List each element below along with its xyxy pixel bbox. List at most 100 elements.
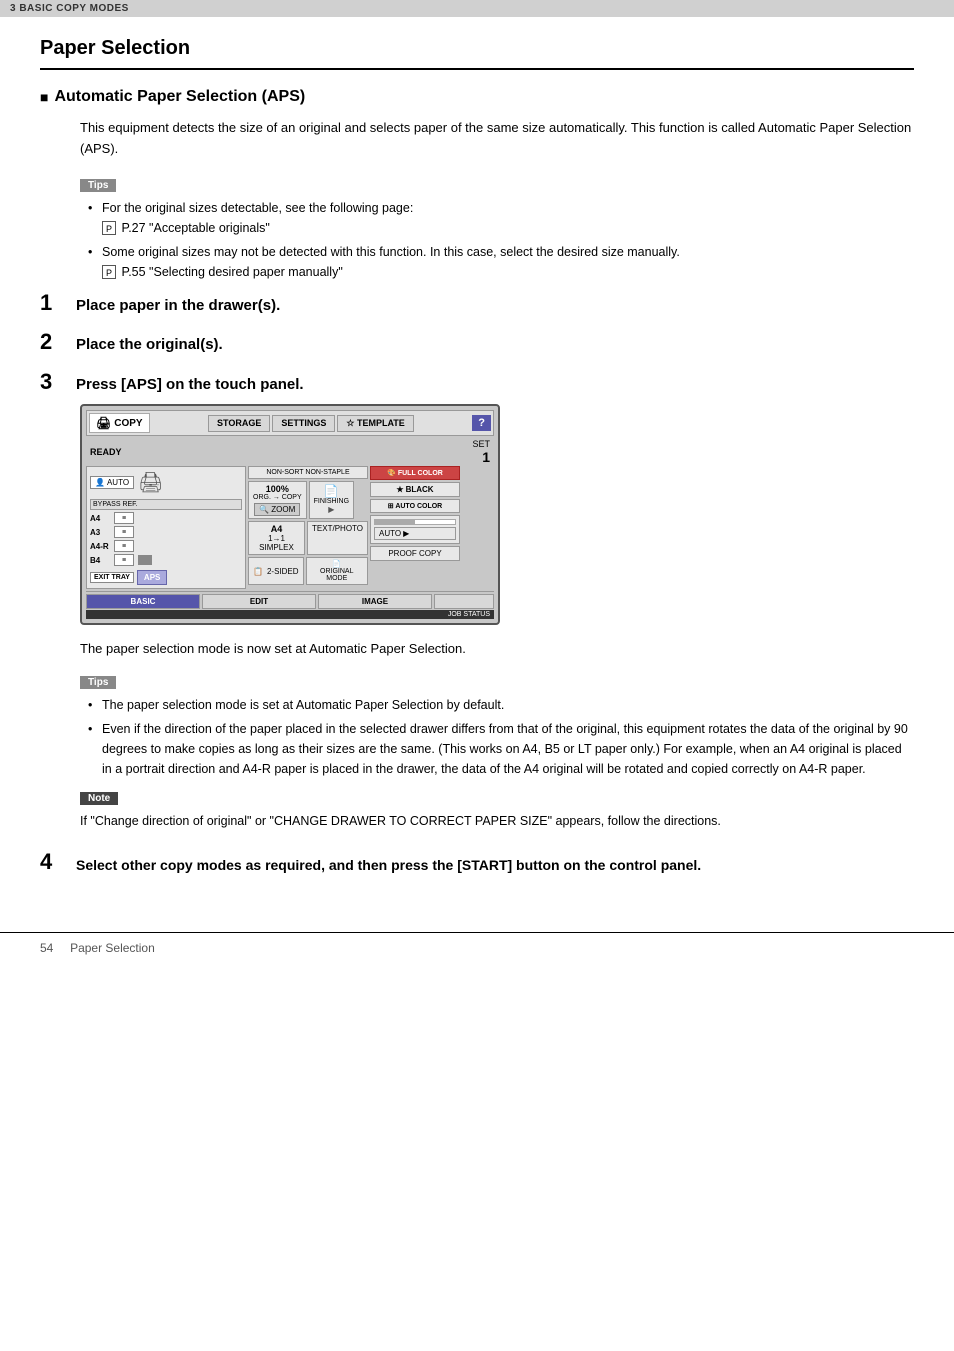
tips-box-1: Tips For the original sizes detectable, … xyxy=(80,176,914,282)
tp-slider-track xyxy=(374,519,456,525)
step-2-number: 2 xyxy=(40,331,76,353)
tp-2sided-icon: 📋 xyxy=(253,567,263,576)
top-bar-label: 3 BASIC COPY MODES xyxy=(10,3,129,14)
tp-middle-panel: NON-SORT NON-STAPLE 100% ORG. → COPY 🔍 Z… xyxy=(248,466,368,589)
ref-icon-2: P xyxy=(102,265,116,279)
tips-list-2: The paper selection mode is set at Autom… xyxy=(80,695,914,779)
tp-job-status-bar[interactable]: JOB STATUS xyxy=(86,610,494,619)
step-1: 1 Place paper in the drawer(s). xyxy=(40,292,914,316)
tp-zoom-btn[interactable]: 🔍 ZOOM xyxy=(254,503,300,516)
tp-auto-color-btn[interactable]: ⊞ AUTO COLOR xyxy=(370,499,460,513)
tp-b4-indicator xyxy=(138,555,152,565)
tp-edit-tab[interactable]: EDIT xyxy=(202,594,316,609)
tp-drawer-a4r: A4-R ≡ xyxy=(90,540,242,552)
tp-proof-copy-btn[interactable]: PROOF COPY xyxy=(370,546,460,561)
tp-finishing-icon: 📄 xyxy=(324,484,339,498)
tp-drawer-rows: A4 ≡ A3 ≡ A4-R ≡ xyxy=(90,512,242,566)
step-1-number: 1 xyxy=(40,292,76,314)
top-bar: 3 BASIC COPY MODES xyxy=(0,0,954,17)
tp-aps-btn[interactable]: APS xyxy=(137,570,167,585)
tp-color-icon: 🎨 xyxy=(387,470,396,477)
tp-left-panel: 👤 AUTO 🖨 BYPASS REF. A4 ≡ xyxy=(86,466,246,589)
tips-box-2: Tips The paper selection mode is set at … xyxy=(80,673,914,779)
tp-drawer-a3: A3 ≡ xyxy=(90,526,242,538)
tp-basic-tab[interactable]: BASIC xyxy=(86,594,200,609)
tp-slider-area: AUTO ▶ xyxy=(370,515,460,544)
tp-2sided-area: 📋 2-SIDED xyxy=(248,557,304,585)
touch-panel: 🖨 COPY STORAGE SETTINGS ☆ TEMPLATE ? REA… xyxy=(80,404,500,625)
tp-image-tab[interactable]: IMAGE xyxy=(318,594,432,609)
step-2-text: Place the original(s). xyxy=(76,331,223,355)
tp-drawer-a4: A4 ≡ xyxy=(90,512,242,524)
tp-copy-label: COPY xyxy=(114,418,142,429)
tp-drawer-icon-a4: ≡ xyxy=(114,512,134,524)
footer-page-num: 54 xyxy=(40,941,53,955)
tp-black-btn[interactable]: ★ BLACK xyxy=(370,482,460,497)
tp-set-area: SET 1 xyxy=(472,439,490,465)
ref-icon-1: P xyxy=(102,221,116,235)
tp-right-panel: 🎨 FULL COLOR ★ BLACK ⊞ AUTO COLOR xyxy=(370,466,460,589)
tp-body: 👤 AUTO 🖨 BYPASS REF. A4 ≡ xyxy=(86,466,494,589)
tp-status-bar: READY SET 1 xyxy=(86,438,494,466)
page-title: Paper Selection xyxy=(40,37,914,70)
step-4-number: 4 xyxy=(40,851,76,873)
tip-1-item-1: For the original sizes detectable, see t… xyxy=(88,198,914,238)
tp-exit-tray-row: EXIT TRAY APS xyxy=(90,570,242,585)
tp-settings-btn[interactable]: SETTINGS xyxy=(272,415,335,432)
tp-autocolor-icon: ⊞ xyxy=(388,503,394,510)
tips-label-2: Tips xyxy=(80,676,116,689)
tp-orig-mode-btn[interactable]: 📄 ORIGINAL MODE xyxy=(306,557,368,585)
tp-text-photo-btn[interactable]: TEXT/PHOTO xyxy=(307,521,368,555)
tp-auto-right-btn[interactable]: AUTO ▶ xyxy=(374,527,456,540)
tp-person-icon: 👤 xyxy=(95,478,105,487)
step-4: 4 Select other copy modes as required, a… xyxy=(40,851,914,876)
note-box: Note If "Change direction of original" o… xyxy=(80,789,914,831)
step-1-text: Place paper in the drawer(s). xyxy=(76,292,280,316)
intro-text: This equipment detects the size of an or… xyxy=(80,118,914,160)
tp-finishing-area: 📄 FINISHING ▶ xyxy=(309,481,354,519)
tips-list-1: For the original sizes detectable, see t… xyxy=(80,198,914,282)
tp-footer: BASIC EDIT IMAGE xyxy=(86,591,494,609)
tp-black-icon: ★ xyxy=(396,485,403,494)
tp-simplex-btn[interactable]: A4 1→1 SIMPLEX xyxy=(248,521,305,555)
tp-simplex-textphoto-row: A4 1→1 SIMPLEX TEXT/PHOTO xyxy=(248,521,368,555)
tp-drawer-icon-a3: ≡ xyxy=(114,526,134,538)
tp-question-btn[interactable]: ? xyxy=(472,415,491,431)
tp-empty-tab xyxy=(434,594,494,609)
tip-2-item-2: Even if the direction of the paper place… xyxy=(88,719,914,779)
tips-label-1: Tips xyxy=(80,179,116,192)
tp-template-btn[interactable]: ☆ TEMPLATE xyxy=(337,415,413,432)
tp-full-color-btn[interactable]: 🎨 FULL COLOR xyxy=(370,466,460,480)
tp-header: 🖨 COPY STORAGE SETTINGS ☆ TEMPLATE ? xyxy=(86,410,494,436)
tp-drawer-icon-a4r: ≡ xyxy=(114,540,134,552)
tp-zoom-area: 100% ORG. → COPY 🔍 ZOOM xyxy=(248,481,307,519)
tp-nav: STORAGE SETTINGS ☆ TEMPLATE xyxy=(152,415,471,432)
tp-storage-btn[interactable]: STORAGE xyxy=(208,415,270,432)
tp-copy-symbol: 🖨 xyxy=(96,416,111,430)
tip-1-item-2: Some original sizes may not be detected … xyxy=(88,242,914,282)
tp-auto-row: 👤 AUTO 🖨 xyxy=(90,470,242,495)
note-text: If "Change direction of original" or "CH… xyxy=(80,811,914,831)
tp-copy-icon: 🖨 COPY xyxy=(89,413,150,433)
tp-drawer-icon-b4: ≡ xyxy=(114,554,134,566)
tp-auto-btn[interactable]: 👤 AUTO xyxy=(90,476,134,489)
tip-2-item-1: The paper selection mode is set at Autom… xyxy=(88,695,914,715)
note-label: Note xyxy=(80,792,118,805)
tp-bypass-label: BYPASS REF. xyxy=(90,499,242,510)
step-3: 3 Press [APS] on the touch panel. 🖨 COPY… xyxy=(40,371,914,831)
main-content: Paper Selection Automatic Paper Selectio… xyxy=(0,17,954,932)
footer-page-label: Paper Selection xyxy=(70,941,155,955)
step-3-text: Press [APS] on the touch panel. xyxy=(76,371,304,395)
tp-drawer-b4: B4 ≡ xyxy=(90,554,242,566)
step-3-number: 3 xyxy=(40,371,76,393)
tp-ready-label: READY xyxy=(90,447,122,457)
after-panel-text: The paper selection mode is now set at A… xyxy=(80,639,914,659)
section-title: Automatic Paper Selection (APS) xyxy=(40,88,914,106)
touch-panel-wrapper: 🖨 COPY STORAGE SETTINGS ☆ TEMPLATE ? REA… xyxy=(80,404,914,625)
tp-copier-icon: 🖨 xyxy=(138,470,163,495)
page-footer: 54 Paper Selection xyxy=(0,932,954,963)
tp-origmode-icon: 📄 xyxy=(332,561,341,568)
tp-exit-tray-btn[interactable]: EXIT TRAY xyxy=(90,572,134,583)
step-2: 2 Place the original(s). xyxy=(40,331,914,355)
tp-nonsort-btn[interactable]: NON-SORT NON-STAPLE xyxy=(248,466,368,479)
